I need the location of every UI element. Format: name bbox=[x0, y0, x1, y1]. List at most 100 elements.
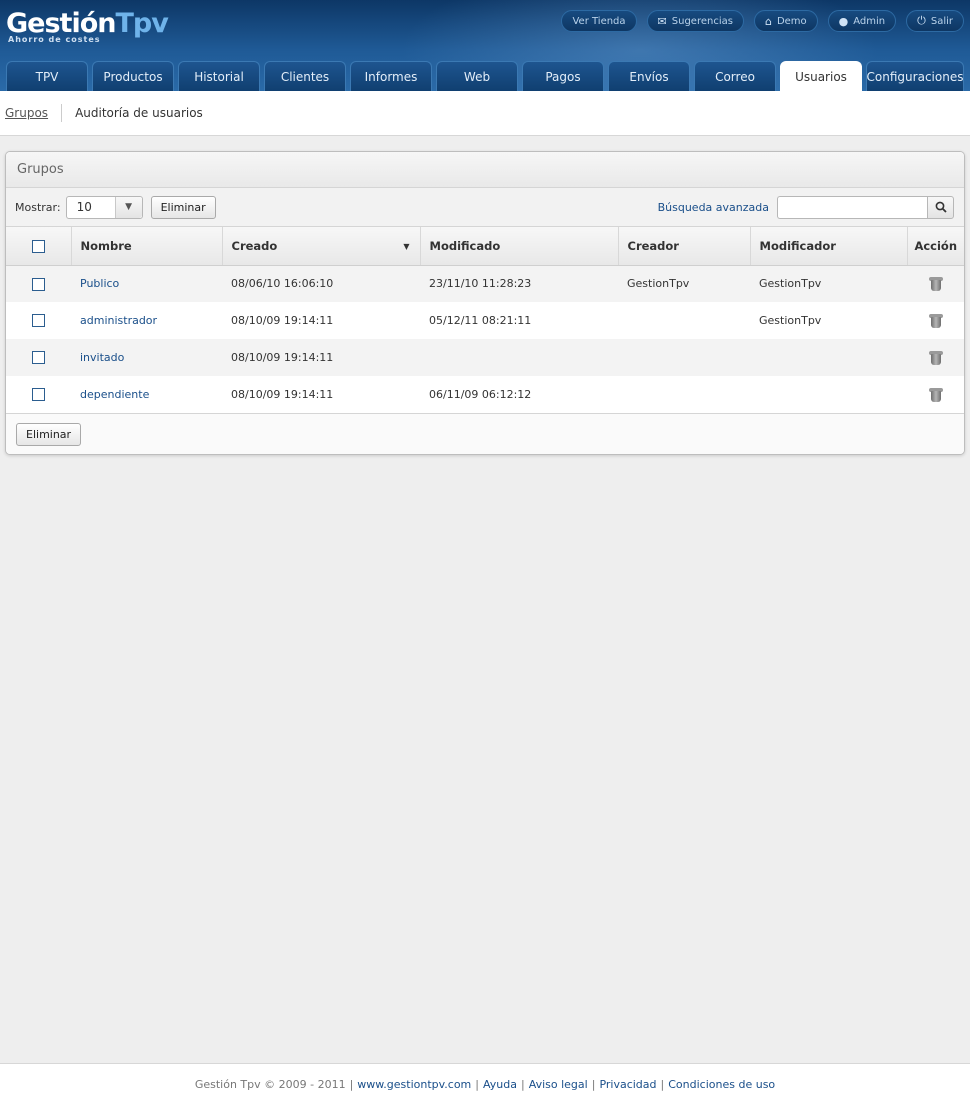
show-label: Mostrar: bbox=[15, 200, 61, 214]
action-cell bbox=[907, 376, 964, 413]
admin-button[interactable]: ● Admin bbox=[827, 10, 897, 32]
created-cell: 08/06/10 16:06:10 bbox=[222, 265, 420, 302]
table-row: administrador 08/10/09 19:14:11 05/12/11… bbox=[6, 302, 964, 339]
column-header-modificador[interactable]: Modificador bbox=[750, 227, 908, 266]
page-size-value: 10 bbox=[76, 200, 92, 214]
table-row: Publico 08/06/10 16:06:10 23/11/10 11:28… bbox=[6, 265, 964, 302]
page-footer: Gestión Tpv © 2009 - 2011 | www.gestiont… bbox=[0, 1063, 970, 1105]
group-name-link[interactable]: Publico bbox=[80, 277, 119, 290]
row-select-cell bbox=[6, 265, 71, 302]
tab-configuraciones[interactable]: Configuraciones bbox=[866, 61, 964, 91]
footer-link-ayuda[interactable]: Ayuda bbox=[483, 1078, 517, 1091]
action-cell bbox=[907, 339, 964, 376]
modifier-cell bbox=[750, 376, 907, 413]
trash-icon[interactable] bbox=[928, 313, 943, 328]
action-cell bbox=[907, 302, 964, 339]
creator-cell bbox=[618, 339, 750, 376]
footer-link-condiciones[interactable]: Condiciones de uso bbox=[668, 1078, 775, 1091]
tab-historial[interactable]: Historial bbox=[178, 61, 260, 91]
logo[interactable]: GestiónTpv Ahorro de costes bbox=[6, 8, 169, 44]
group-name-link[interactable]: administrador bbox=[80, 314, 157, 327]
search-button[interactable] bbox=[927, 195, 954, 219]
trash-icon[interactable] bbox=[928, 350, 943, 365]
row-select-cell bbox=[6, 302, 71, 339]
panel-toolbar: Mostrar: 10 ▼ Eliminar Búsqueda avanzada bbox=[6, 188, 964, 227]
modifier-cell bbox=[750, 339, 907, 376]
tab-tpv[interactable]: TPV bbox=[6, 61, 88, 91]
tab-usuarios[interactable]: Usuarios bbox=[780, 61, 862, 91]
column-header-nombre[interactable]: Nombre bbox=[71, 227, 223, 266]
row-select-cell bbox=[6, 376, 71, 413]
trash-icon[interactable] bbox=[928, 387, 943, 402]
name-cell: dependiente bbox=[71, 376, 222, 413]
sugerencias-label: Sugerencias bbox=[671, 15, 733, 27]
tab-web[interactable]: Web bbox=[436, 61, 518, 91]
main-tabs: TPV Productos Historial Clientes Informe… bbox=[6, 61, 964, 91]
home-icon: ⌂ bbox=[764, 14, 772, 28]
created-cell: 08/10/09 19:14:11 bbox=[222, 302, 420, 339]
tab-informes[interactable]: Informes bbox=[350, 61, 432, 91]
groups-panel: Grupos Mostrar: 10 ▼ Eliminar Búsqueda a… bbox=[5, 151, 965, 455]
select-all-header bbox=[6, 227, 72, 266]
name-cell: invitado bbox=[71, 339, 222, 376]
sort-desc-icon: ▼ bbox=[403, 242, 410, 251]
footer-link-privacidad[interactable]: Privacidad bbox=[599, 1078, 656, 1091]
demo-label: Demo bbox=[776, 15, 807, 27]
demo-button[interactable]: ⌂ Demo bbox=[753, 10, 818, 32]
table-header-row: Nombre Creado ▼ Modificado Creador Modif… bbox=[6, 227, 964, 266]
delete-button-bottom[interactable]: Eliminar bbox=[16, 422, 82, 446]
column-header-creado[interactable]: Creado ▼ bbox=[222, 227, 421, 266]
sub-navigation: Grupos Auditoría de usuarios bbox=[0, 91, 970, 136]
ver-tienda-label: Ver Tienda bbox=[572, 15, 626, 27]
ver-tienda-button[interactable]: Ver Tienda bbox=[561, 10, 637, 32]
subnav-auditoria-link[interactable]: Auditoría de usuarios bbox=[75, 106, 203, 120]
tab-envios[interactable]: Envíos bbox=[608, 61, 690, 91]
panel-title: Grupos bbox=[6, 152, 964, 188]
advanced-search-link[interactable]: Búsqueda avanzada bbox=[658, 201, 769, 214]
creator-cell: GestionTpv bbox=[618, 265, 750, 302]
row-select-cell bbox=[6, 339, 71, 376]
tab-correo[interactable]: Correo bbox=[694, 61, 776, 91]
row-checkbox[interactable] bbox=[32, 388, 45, 402]
column-header-modificado[interactable]: Modificado bbox=[420, 227, 619, 266]
tab-productos[interactable]: Productos bbox=[92, 61, 174, 91]
chevron-down-icon[interactable]: ▼ bbox=[114, 196, 142, 218]
table-row: invitado 08/10/09 19:14:11 bbox=[6, 339, 964, 376]
modifier-cell: GestionTpv bbox=[750, 265, 907, 302]
logo-text-tpv: Tpv bbox=[115, 8, 168, 39]
row-checkbox[interactable] bbox=[32, 351, 45, 365]
trash-icon[interactable] bbox=[928, 276, 943, 292]
table-row: dependiente 08/10/09 19:14:11 06/11/09 0… bbox=[6, 376, 964, 413]
header: GestiónTpv Ahorro de costes Ver Tienda ✉… bbox=[0, 0, 970, 91]
search-icon bbox=[935, 201, 947, 213]
page-size-select[interactable]: 10 ▼ bbox=[65, 195, 143, 219]
delete-button-top[interactable]: Eliminar bbox=[150, 195, 216, 219]
group-name-link[interactable]: invitado bbox=[80, 351, 124, 364]
subnav-grupos-link[interactable]: Grupos bbox=[5, 106, 48, 120]
salir-button[interactable]: ⏻ Salir bbox=[906, 10, 964, 32]
select-all-checkbox[interactable] bbox=[31, 239, 45, 253]
name-cell: administrador bbox=[71, 302, 222, 339]
modified-cell: 23/11/10 11:28:23 bbox=[420, 265, 618, 302]
mail-icon: ✉ bbox=[657, 14, 667, 28]
column-header-creador[interactable]: Creador bbox=[618, 227, 751, 266]
name-cell: Publico bbox=[71, 265, 222, 302]
group-name-link[interactable]: dependiente bbox=[80, 388, 149, 401]
search-input[interactable] bbox=[777, 195, 927, 219]
tab-clientes[interactable]: Clientes bbox=[264, 61, 346, 91]
footer-link-aviso-legal[interactable]: Aviso legal bbox=[529, 1078, 588, 1091]
row-checkbox[interactable] bbox=[32, 277, 45, 291]
creator-cell bbox=[618, 302, 750, 339]
modified-cell bbox=[420, 339, 618, 376]
created-cell: 08/10/09 19:14:11 bbox=[222, 339, 420, 376]
user-icon: ● bbox=[838, 14, 849, 28]
footer-link-website[interactable]: www.gestiontpv.com bbox=[357, 1078, 471, 1091]
footer-copyright: Gestión Tpv © 2009 - 2011 bbox=[194, 1078, 346, 1091]
column-header-creado-label: Creado bbox=[231, 238, 278, 253]
power-icon: ⏻ bbox=[917, 14, 926, 27]
tab-pagos[interactable]: Pagos bbox=[522, 61, 604, 91]
creator-cell bbox=[618, 376, 750, 413]
row-checkbox[interactable] bbox=[32, 314, 45, 328]
sugerencias-button[interactable]: ✉ Sugerencias bbox=[646, 10, 744, 32]
modified-cell: 05/12/11 08:21:11 bbox=[420, 302, 618, 339]
